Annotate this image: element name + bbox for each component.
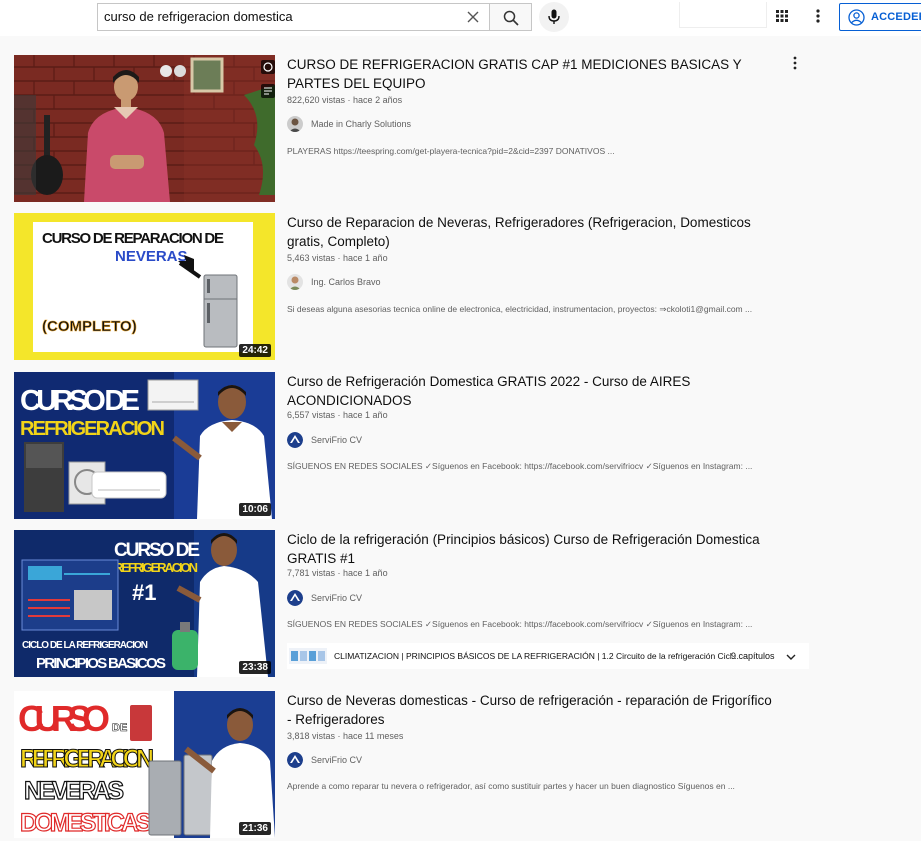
video-description: SÍGUENOS EN REDES SOCIALES ✓Síguenos en … xyxy=(287,461,753,471)
thumb-text-line1: CURSO DE xyxy=(20,385,140,417)
search-box[interactable] xyxy=(97,3,490,31)
view-count: 3,818 vistas xyxy=(287,731,336,741)
channel-name[interactable]: ServiFrio CV xyxy=(311,435,362,445)
video-meta: 3,818 vistas · hace 11 meses xyxy=(287,731,404,741)
video-meta: 6,557 vistas · hace 1 año xyxy=(287,410,388,420)
channel-name[interactable]: ServiFrio CV xyxy=(311,593,362,603)
chevron-down-icon[interactable] xyxy=(785,650,797,668)
video-description: PLAYERAS https://teespring.com/get-playe… xyxy=(287,146,615,156)
channel-avatar[interactable] xyxy=(287,274,303,290)
apps-grid-icon xyxy=(776,10,788,22)
chapters-text: CLIMATIZACION | PRINCIPIOS BÁSICOS DE LA… xyxy=(334,651,739,661)
video-description: SÍGUENOS EN REDES SOCIALES ✓Síguenos en … xyxy=(287,619,753,629)
thumb-text-line1: CURSO DE xyxy=(114,540,200,561)
video-duration: 10:06 xyxy=(239,503,271,516)
upload-age: hace 2 años xyxy=(353,95,403,105)
search-icon xyxy=(503,10,519,26)
video-thumbnail[interactable]: CURSO DE REFRIGERACION #1 CICLO DE LA RE… xyxy=(14,530,275,677)
thumb-text-line5: PRINCIPIOS BASICOS xyxy=(36,655,166,672)
channel-avatar[interactable] xyxy=(287,432,303,448)
view-count: 5,463 vistas xyxy=(287,253,336,263)
video-menu-button[interactable] xyxy=(788,55,802,71)
video-meta: 822,620 vistas · hace 2 años xyxy=(287,95,403,105)
signin-label: ACCEDER xyxy=(871,11,921,23)
thumb-text-line4: NEVERAS xyxy=(24,777,124,805)
thumb-text-line5: DOMESTICAS xyxy=(20,809,152,837)
view-count: 6,557 vistas xyxy=(287,410,336,420)
thumb-text-line2: NEVERAS xyxy=(115,248,188,265)
voice-search-button[interactable] xyxy=(539,2,569,32)
thumb-text-line3: (COMPLETO) xyxy=(42,318,137,335)
view-count: 7,781 vistas xyxy=(287,568,336,578)
video-title[interactable]: Curso de Neveras domesticas - Curso de r… xyxy=(287,691,777,729)
thumb-text-line2: DE xyxy=(112,722,127,734)
upload-age: hace 1 año xyxy=(343,568,388,578)
video-meta: 7,781 vistas · hace 1 año xyxy=(287,568,388,578)
video-result: CURSO DE REFRIGERACION GRATIS CAP #1 MED… xyxy=(14,55,814,202)
channel-name[interactable]: Made in Charly Solutions xyxy=(311,119,411,129)
upload-age: hace 1 año xyxy=(343,410,388,420)
upload-age: hace 1 año xyxy=(343,253,388,263)
video-title[interactable]: CURSO DE REFRIGERACION GRATIS CAP #1 MED… xyxy=(287,55,777,93)
video-duration: 24:42 xyxy=(239,344,271,357)
thumb-text-line1: CURSO xyxy=(18,698,110,739)
channel-avatar[interactable] xyxy=(287,752,303,768)
chapters-thumbnail xyxy=(289,648,327,664)
video-meta: 5,463 vistas · hace 1 año xyxy=(287,253,388,263)
video-title[interactable]: Curso de Reparacion de Neveras, Refriger… xyxy=(287,213,777,251)
close-icon[interactable] xyxy=(464,8,482,26)
chapters-count: 9 capítulos xyxy=(731,651,775,661)
masthead: ACCEDER xyxy=(0,0,921,36)
video-duration: 23:38 xyxy=(239,661,271,674)
thumb-text-line3: #1 xyxy=(132,580,156,605)
thumb-text-line1: CURSO DE REPARACION DE xyxy=(42,230,224,247)
video-result: CURSO DE REFRIGERACION 10:06 Curso de Re… xyxy=(14,372,814,519)
thumb-text-line2: REFRIGERACION xyxy=(20,418,165,440)
video-description: Si deseas alguna asesorias tecnica onlin… xyxy=(287,304,753,314)
thumb-text-line2: REFRIGERACION xyxy=(114,560,198,575)
search-button[interactable] xyxy=(489,3,532,31)
top-placeholder xyxy=(679,2,767,28)
settings-more-button[interactable] xyxy=(808,6,828,26)
thumb-text-line3: REFRIGERACION xyxy=(20,745,154,773)
more-vert-icon xyxy=(793,56,797,70)
video-result: CURSO DE REPARACION DE NEVERAS (COMPLETO… xyxy=(14,213,814,360)
channel-avatar[interactable] xyxy=(287,590,303,606)
video-duration: 21:36 xyxy=(239,822,271,835)
video-description: Aprende a como reparar tu nevera o refri… xyxy=(287,781,735,791)
video-thumbnail[interactable]: CURSO DE REFRIGERACION 10:06 xyxy=(14,372,275,519)
upload-age: hace 11 meses xyxy=(343,731,404,741)
channel-name[interactable]: Ing. Carlos Bravo xyxy=(311,277,381,287)
channel-avatar[interactable] xyxy=(287,116,303,132)
video-result: CURSO DE REFRIGERACION NEVERAS DOMESTICA… xyxy=(14,691,814,838)
more-vert-icon xyxy=(816,9,820,23)
search-input[interactable] xyxy=(104,9,454,24)
channel-name[interactable]: ServiFrio CV xyxy=(311,755,362,765)
video-thumbnail[interactable]: CURSO DE REPARACION DE NEVERAS (COMPLETO… xyxy=(14,213,275,360)
video-title[interactable]: Curso de Refrigeración Domestica GRATIS … xyxy=(287,372,777,410)
apps-button[interactable] xyxy=(772,6,792,26)
video-thumbnail[interactable] xyxy=(14,55,275,202)
video-result: CURSO DE REFRIGERACION #1 CICLO DE LA RE… xyxy=(14,530,814,677)
video-thumbnail[interactable]: CURSO DE REFRIGERACION NEVERAS DOMESTICA… xyxy=(14,691,275,838)
video-title[interactable]: Ciclo de la refrigeración (Principios bá… xyxy=(287,530,777,568)
mic-icon xyxy=(548,9,560,24)
thumb-text-line4: CICLO DE LA REFRIGERACION xyxy=(22,640,148,651)
view-count: 822,620 vistas xyxy=(287,95,346,105)
account-circle-icon xyxy=(848,9,865,26)
signin-button[interactable]: ACCEDER xyxy=(839,3,921,31)
chapters-bar[interactable]: CLIMATIZACION | PRINCIPIOS BÁSICOS DE LA… xyxy=(287,643,809,669)
